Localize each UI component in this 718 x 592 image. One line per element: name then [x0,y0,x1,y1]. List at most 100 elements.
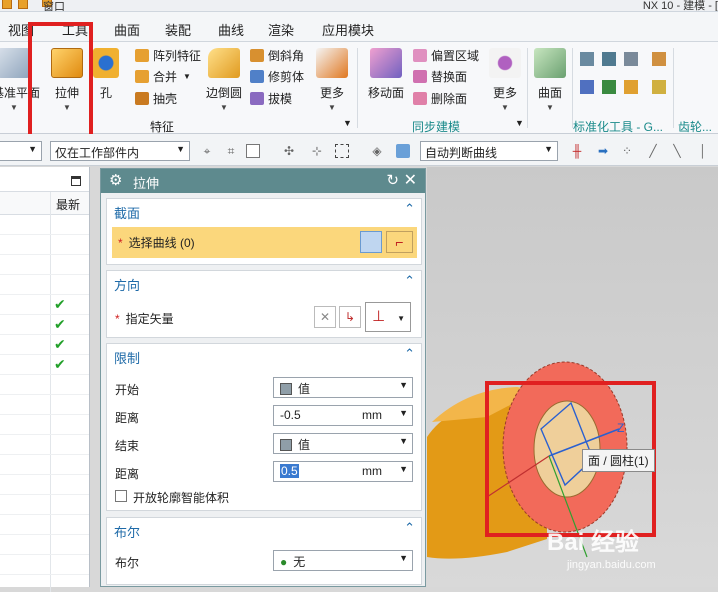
undo-icon[interactable] [18,0,28,9]
snap-icon[interactable]: ✣ [282,144,296,158]
start-type-combo[interactable]: 值 ▼ [273,377,413,398]
list-item[interactable] [0,475,89,495]
standard-tools-icons[interactable] [580,52,670,100]
list-item[interactable] [0,255,89,275]
save-icon[interactable] [2,0,12,9]
tool-icon[interactable] [624,80,638,94]
delete-face-button[interactable]: 删除面 [413,89,467,107]
vector-dialog-icon[interactable]: ↳ [339,306,361,328]
selection-scope-combo[interactable]: 仅在工作部件内 ▼ [50,141,190,161]
collapse-icon[interactable]: ⌃ [404,346,415,362]
close-icon[interactable]: ✕ [404,170,417,190]
more-feature-button[interactable]: 更多 ▼ [310,48,354,114]
graphics-window[interactable]: Z 面 / 圆柱(1) Bai 经验 jingyan.baidu.com [427,167,718,587]
tool-icon[interactable] [580,52,594,66]
boolean-combo[interactable]: ● 无 ▼ [273,550,413,571]
direction-header[interactable]: 方向 [114,275,140,294]
snap-icon[interactable]: ⊹ [310,144,324,158]
tool-icon[interactable] [652,52,666,66]
list-item[interactable]: ✔ [0,335,89,355]
chevron-down-icon[interactable]: ▼ [343,118,352,128]
tool-icon[interactable] [624,52,638,66]
offset-region-button[interactable]: 偏置区域 [413,46,479,64]
chamfer-button[interactable]: 倒斜角 [250,46,304,64]
snap-icon[interactable]: ⌖ [200,144,214,158]
more-sync-button[interactable]: 更多 ▼ [483,48,527,114]
chevron-down-icon[interactable]: ▼ [515,118,524,128]
tool-icon[interactable] [580,80,594,94]
list-item[interactable] [0,535,89,555]
box-select-icon[interactable] [335,144,349,158]
start-distance-field[interactable]: -0.5 mm ▼ [273,405,413,426]
unite-button[interactable]: 合并 ▼ [135,67,191,85]
curve-rule-combo[interactable]: 自动判断曲线 ▼ [420,141,558,161]
end-distance-field[interactable]: 0.5 mm ▼ [273,461,413,482]
move-face-button[interactable]: 移动面 [364,48,408,114]
type-filter-combo[interactable]: ▼ [0,141,42,161]
draft-button[interactable]: 拔模 [250,89,292,107]
tab-curve[interactable]: 曲线 [218,20,244,39]
list-item[interactable]: ✔ [0,295,89,315]
snap-icon[interactable]: ╱ [646,144,660,158]
collapse-icon[interactable]: ⌃ [404,201,415,217]
trim-body-button[interactable]: 修剪体 [250,67,304,85]
tab-render[interactable]: 渲染 [268,20,294,39]
tab-surface[interactable]: 曲面 [114,20,140,39]
group-separator [673,48,674,128]
snap-icon[interactable]: ⌗ [224,144,238,158]
curve-icon[interactable]: ⌐ [386,231,413,253]
snap-icon[interactable]: ╲ [670,144,684,158]
tab-assembly[interactable]: 装配 [165,20,191,39]
gear-icon[interactable]: ⚙ [109,171,122,189]
window-menu[interactable]: 窗口 [42,0,65,11]
list-item[interactable] [0,435,89,455]
tool-icon[interactable] [602,52,616,66]
sketch-section-icon[interactable] [360,231,382,253]
hole-button[interactable]: 孔 [86,48,126,114]
replace-face-button[interactable]: 替换面 [413,67,467,85]
shell-button[interactable]: 抽壳 [135,89,177,107]
pattern-feature-button[interactable]: 阵列特征 [135,46,201,64]
list-item[interactable]: ✔ [0,355,89,375]
maximize-icon[interactable] [71,176,81,186]
collapse-icon[interactable]: ⌃ [404,273,415,289]
open-profile-checkbox[interactable] [115,490,127,502]
reset-icon[interactable]: ↻ [386,171,399,189]
list-item[interactable] [0,495,89,515]
snap-icon[interactable]: ⁘ [620,144,634,158]
section-header[interactable]: 截面 [114,203,140,222]
list-item[interactable] [0,515,89,535]
boolean-header[interactable]: 布尔 [114,522,140,541]
limits-header[interactable]: 限制 [114,348,140,367]
end-type-combo[interactable]: 值 ▼ [273,433,413,454]
reverse-direction-icon[interactable]: ✕ [314,306,336,328]
list-item[interactable] [0,275,89,295]
navigator-header [0,167,89,192]
tool-icon[interactable] [652,80,666,94]
edge-blend-button[interactable]: 边倒圆 ▼ [202,48,246,114]
quick-access-toolbar[interactable]: 窗口 [2,0,65,11]
point-snap-icon[interactable] [246,144,260,158]
list-item[interactable] [0,395,89,415]
tool-icon[interactable] [602,80,616,94]
list-item[interactable] [0,455,89,475]
list-item[interactable]: ✔ [0,315,89,335]
list-item[interactable] [0,375,89,395]
vector-type-combo[interactable]: ⊥ ▼ [365,302,411,332]
snap-icon[interactable]: ╫ [570,144,584,158]
list-item[interactable] [0,215,89,235]
tab-applications[interactable]: 应用模块 [322,20,374,39]
list-item[interactable] [0,555,89,575]
feature-group-label: 特征 [150,120,175,134]
arrow-icon[interactable]: ➡ [596,144,610,158]
select-face-icon[interactable]: ◈ [370,144,384,158]
list-item[interactable] [0,235,89,255]
value-icon [280,383,292,395]
select-curve-row[interactable]: * 选择曲线 (0) ⌐ [112,227,417,258]
snap-icon[interactable]: │ [696,144,710,158]
surface-button[interactable]: 曲面 ▼ [528,48,572,114]
direction-group: 方向 ⌃ * 指定矢量 ✕ ↳ ⊥ ▼ [106,270,422,338]
list-item[interactable] [0,415,89,435]
collapse-icon[interactable]: ⌃ [404,520,415,536]
select-body-icon[interactable] [396,144,410,158]
